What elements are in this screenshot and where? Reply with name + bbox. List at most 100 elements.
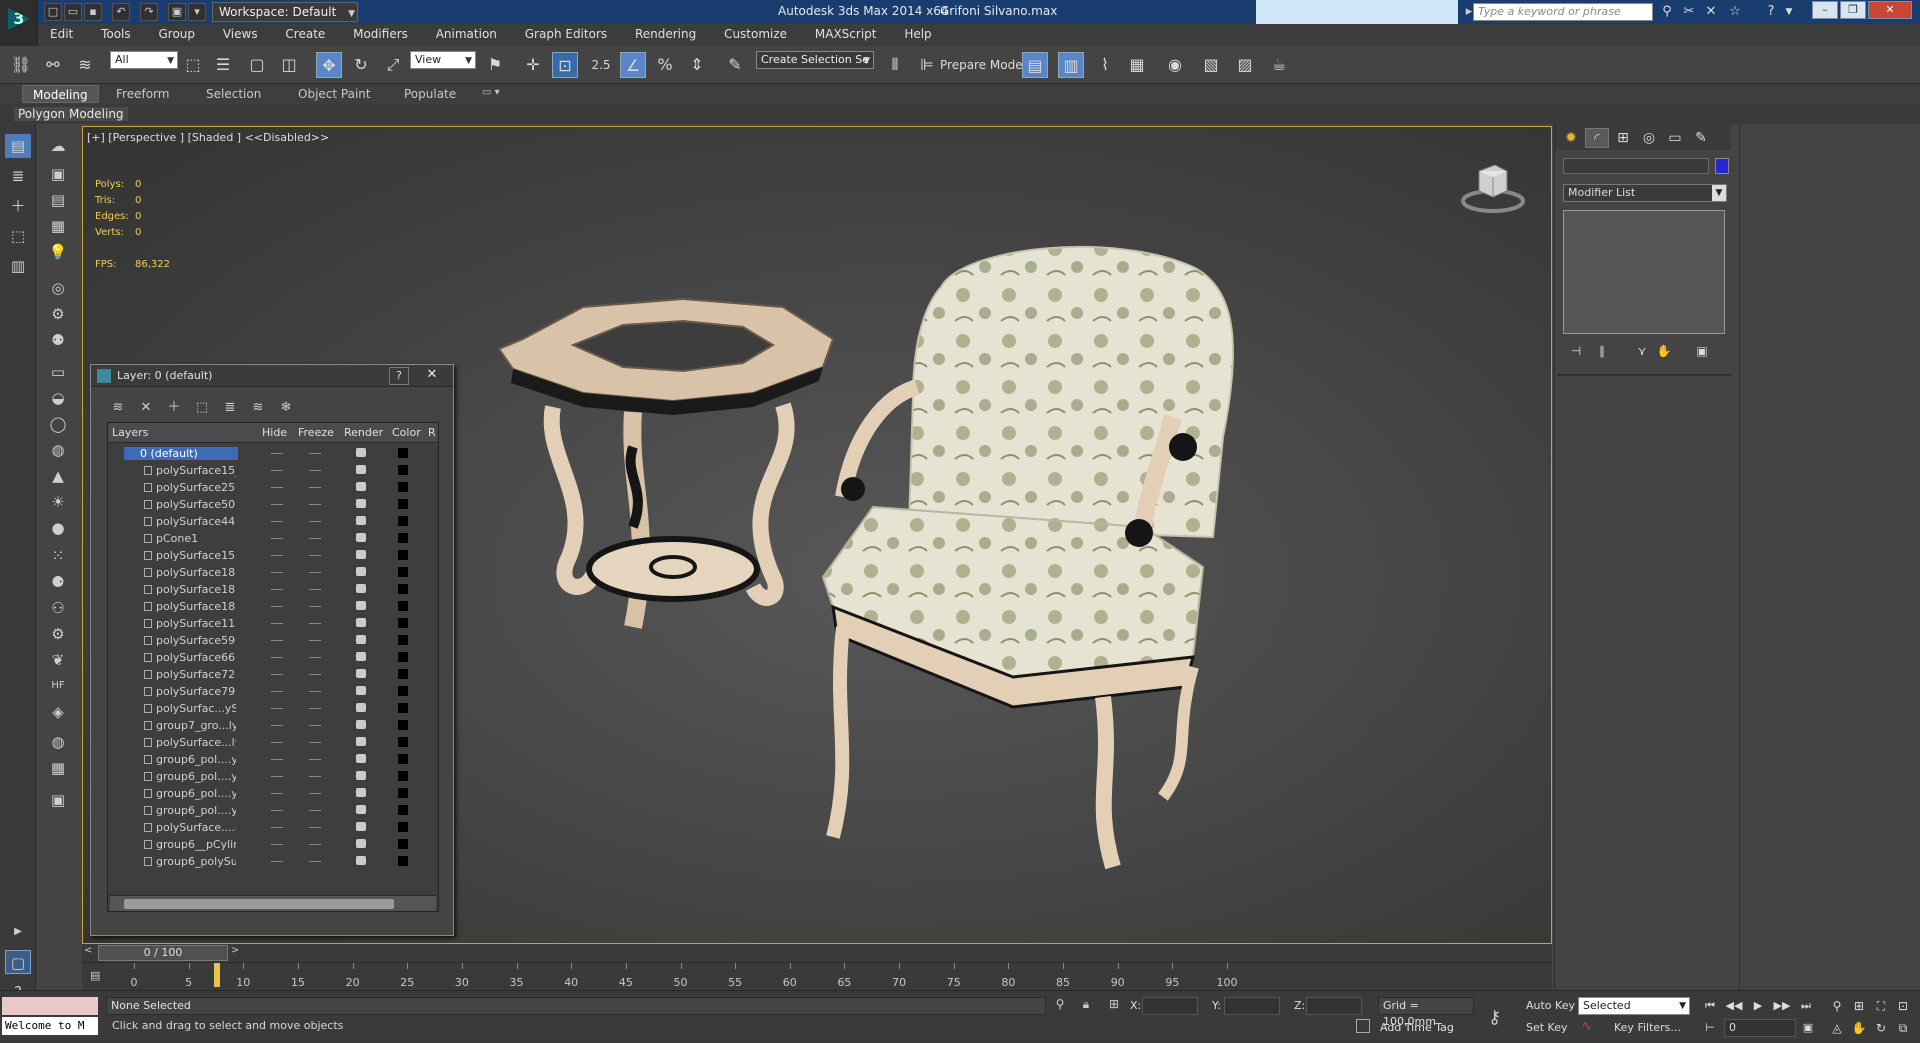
layer-color-swatch[interactable] — [398, 839, 408, 849]
layer-color-swatch[interactable] — [398, 822, 408, 832]
layer-color-swatch[interactable] — [398, 567, 408, 577]
render-toggle-icon[interactable] — [356, 839, 366, 848]
hide-toggle[interactable] — [271, 555, 283, 556]
gear-icon[interactable]: ⚙ — [45, 622, 71, 646]
scrollbar-thumb[interactable] — [124, 899, 394, 909]
menu-animation[interactable]: Animation — [424, 24, 509, 41]
dynamics-icon[interactable]: ⚈ — [45, 570, 71, 594]
render-toggle-icon[interactable] — [356, 499, 366, 508]
render-production-icon[interactable]: ☕ — [1266, 52, 1292, 78]
layer-name[interactable]: polySurface187 — [156, 583, 236, 596]
armchair-model[interactable] — [813, 237, 1353, 877]
freeze-toggle[interactable] — [309, 623, 321, 624]
freeze-toggle[interactable] — [309, 470, 321, 471]
key-icon[interactable]: ⚷ — [1488, 1007, 1501, 1028]
freeze-toggle[interactable] — [309, 555, 321, 556]
material-editor-icon[interactable]: ◉ — [1162, 52, 1188, 78]
key-filters-button[interactable]: Key Filters... — [1614, 1021, 1681, 1034]
freeze-toggle[interactable] — [309, 487, 321, 488]
favorites-star-icon[interactable]: ☆ — [1726, 3, 1744, 21]
layer-row[interactable]: polySurface182 — [108, 564, 438, 581]
hide-toggle[interactable] — [271, 810, 283, 811]
y-coordinate-field[interactable] — [1224, 997, 1280, 1015]
layer-row[interactable]: polySurface183 — [108, 598, 438, 615]
key-mode-toggle-icon[interactable]: ⊢ — [1700, 1021, 1720, 1037]
layer-row[interactable]: polySurface79 — [108, 683, 438, 700]
layer-color-swatch[interactable] — [398, 618, 408, 628]
hide-toggle[interactable] — [271, 861, 283, 862]
hide-toggle[interactable] — [271, 572, 283, 573]
sun-light-icon[interactable]: ☀ — [45, 490, 71, 514]
modifier-list-dropdown[interactable]: Modifier List ▼ — [1563, 184, 1727, 202]
particles-icon[interactable]: ⁙ — [45, 544, 71, 568]
hide-toggle[interactable] — [271, 844, 283, 845]
select-objects-icon[interactable]: ⬚ — [191, 397, 213, 419]
layer-row[interactable]: polySurface15_g — [108, 462, 438, 479]
zoom-icon[interactable]: ⚲ — [1828, 999, 1846, 1015]
freeze-toggle[interactable] — [309, 589, 321, 590]
render-toggle-icon[interactable] — [356, 771, 366, 780]
render-toggle-icon[interactable] — [356, 550, 366, 559]
select-and-move-icon[interactable]: ✥ — [316, 52, 342, 78]
layer-color-swatch[interactable] — [398, 533, 408, 543]
render-toggle-icon[interactable] — [356, 686, 366, 695]
menu-graph-editors[interactable]: Graph Editors — [513, 24, 619, 41]
ribbon-options-icon[interactable]: ▭ ▾ — [482, 87, 500, 98]
time-tag-icon[interactable] — [1356, 1019, 1370, 1033]
layer-color-swatch[interactable] — [398, 465, 408, 475]
freeze-toggle[interactable] — [309, 640, 321, 641]
reference-coordinate-dropdown[interactable]: View ▼ — [410, 51, 476, 69]
project-dropdown-icon[interactable]: ▾ — [188, 3, 206, 21]
maxscript-mini-listener[interactable]: Welcome to M — [2, 1017, 98, 1035]
scene-explorer-select-icon[interactable]: ▤ — [5, 134, 31, 158]
render-toggle-icon[interactable] — [356, 448, 366, 457]
freeze-toggle[interactable] — [309, 572, 321, 573]
highlight-layer-icon[interactable]: ≣ — [219, 397, 241, 419]
redo-icon[interactable]: ↷ — [140, 3, 158, 21]
snaps-toggle-icon[interactable]: 2.5 — [588, 52, 614, 78]
layer-row[interactable]: group6_pol....ySu — [108, 802, 438, 819]
zoom-all-icon[interactable]: ⊞ — [1850, 999, 1868, 1015]
make-unique-icon[interactable]: ⋎ — [1633, 344, 1651, 362]
layer-row[interactable]: group6_pol....ySu — [108, 768, 438, 785]
side-table-model[interactable] — [483, 297, 863, 697]
plane-primitive-icon[interactable]: ◒ — [45, 386, 71, 410]
layer-name[interactable]: polySurface....oly — [156, 821, 236, 834]
menu-tools[interactable]: Tools — [89, 24, 143, 41]
hide-toggle[interactable] — [271, 657, 283, 658]
layer-row[interactable]: 0 (default) — [108, 445, 438, 462]
help-icon[interactable]: ? — [1762, 3, 1780, 21]
render-toggle-icon[interactable] — [356, 635, 366, 644]
layer-row[interactable]: polySurface44 — [108, 513, 438, 530]
zoom-extents-icon[interactable]: ⛶ — [1872, 999, 1890, 1015]
create-tab-icon[interactable]: ✹ — [1559, 128, 1583, 148]
hide-toggle[interactable] — [271, 453, 283, 454]
layer-color-swatch[interactable] — [398, 771, 408, 781]
layer-name[interactable]: polySurface72 — [156, 668, 236, 681]
pivot-center-icon[interactable]: ⚑ — [482, 52, 508, 78]
polygon-modeling-panel[interactable]: Polygon Modeling — [14, 107, 128, 121]
layer-row[interactable]: group6_pol....ySu — [108, 751, 438, 768]
layer-name[interactable]: polySurface183 — [156, 600, 236, 613]
layer-row[interactable]: polySurface50 — [108, 496, 438, 513]
workspace-dropdown[interactable]: Workspace: Default ▼ — [212, 2, 358, 22]
display-hierarchy-icon[interactable]: ▦ — [45, 214, 71, 238]
hide-toggle[interactable] — [271, 725, 283, 726]
add-icon[interactable]: ＋ — [5, 194, 31, 218]
render-toggle-icon[interactable] — [356, 652, 366, 661]
col-r[interactable]: R — [428, 426, 436, 439]
layer-name[interactable]: polySurface25 — [156, 481, 236, 494]
exchange-icon[interactable]: ✕ — [1702, 3, 1720, 21]
layer-color-swatch[interactable] — [398, 788, 408, 798]
previous-frame-arrow-icon[interactable]: < — [84, 945, 96, 961]
filter-icon[interactable]: ▥ — [5, 254, 31, 278]
dialog-title-bar[interactable]: Layer: 0 (default) ? ✕ — [91, 365, 453, 387]
configure-modifier-sets-icon[interactable]: ▣ — [1693, 344, 1711, 362]
undo-icon[interactable]: ↶ — [112, 3, 130, 21]
render-setup-icon[interactable]: ▧ — [1198, 52, 1224, 78]
layer-name[interactable]: group6_pol....ySu — [156, 804, 236, 817]
layer-color-swatch[interactable] — [398, 737, 408, 747]
close-dialog-button[interactable]: ✕ — [419, 367, 445, 385]
viewport-layout-icon[interactable]: ▢ — [5, 950, 31, 974]
freeze-toggle[interactable] — [309, 861, 321, 862]
